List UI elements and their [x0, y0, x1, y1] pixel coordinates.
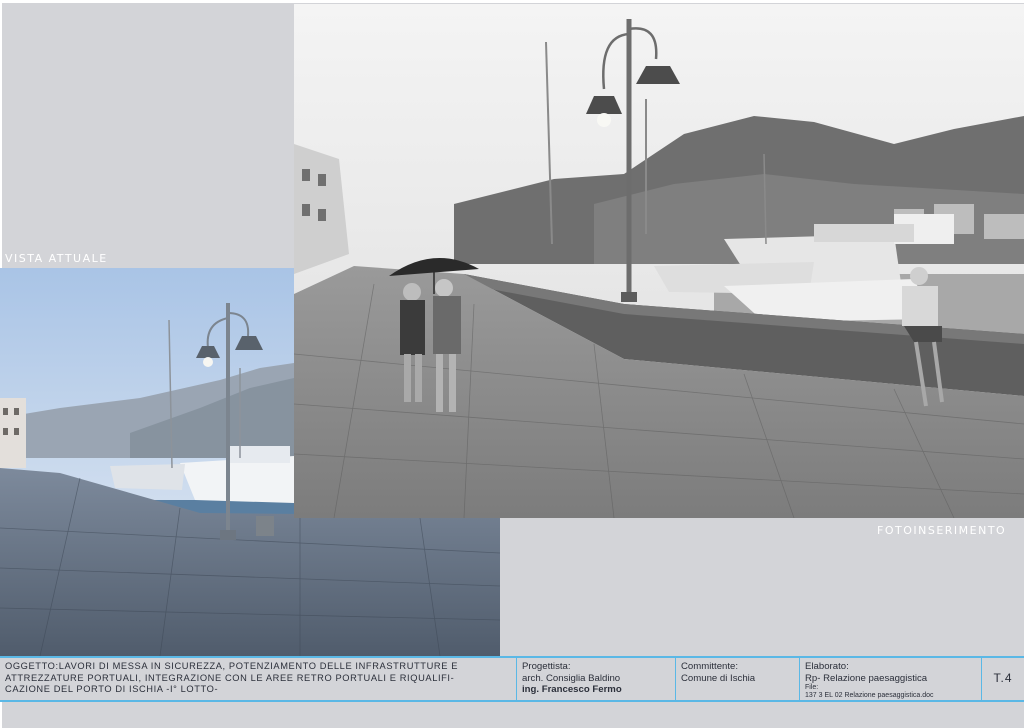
committente-name: Comune di Ischia	[681, 672, 756, 684]
progettista-label: Progettista:	[522, 661, 571, 672]
file-label: File:	[805, 684, 819, 691]
photo-insertion-render	[294, 4, 1024, 518]
progettista-cell: Progettista: arch. Consiglia Baldino ing…	[516, 658, 675, 700]
elaborato-label: Elaborato:	[805, 661, 849, 672]
elaborato-value: Rp- Relazione paesaggistica	[805, 672, 928, 684]
oggetto-line-1: OGGETTO:LAVORI DI MESSA IN SICUREZZA, PO…	[5, 661, 459, 671]
progettista-name-1: arch. Consiglia Baldino	[522, 672, 621, 684]
committente-label: Committente:	[681, 661, 739, 672]
oggetto-line-3: CAZIONE DEL PORTO DI ISCHIA -I° LOTTO-	[5, 684, 219, 694]
file-name: 137 3 EL 02 Relazione paesaggistica.doc	[805, 692, 934, 699]
oggetto-cell: OGGETTO:LAVORI DI MESSA IN SICUREZZA, PO…	[0, 658, 516, 700]
fotoinserimento-label: FOTOINSERIMENTO	[877, 524, 1007, 537]
progettista-name-2: ing. Francesco Fermo	[522, 684, 622, 695]
title-block: OGGETTO:LAVORI DI MESSA IN SICUREZZA, PO…	[0, 656, 1024, 702]
elaborato-cell: Elaborato: Rp- Relazione paesaggistica F…	[799, 658, 981, 700]
vista-attuale-label: VISTA ATTUALE	[5, 252, 108, 265]
oggetto-line-2: ATTREZZATURE PORTUALI, INTEGRAZIONE CON …	[5, 672, 455, 683]
tavola-cell: T.4	[981, 658, 1024, 700]
committente-cell: Committente: Comune di Ischia	[675, 658, 799, 700]
